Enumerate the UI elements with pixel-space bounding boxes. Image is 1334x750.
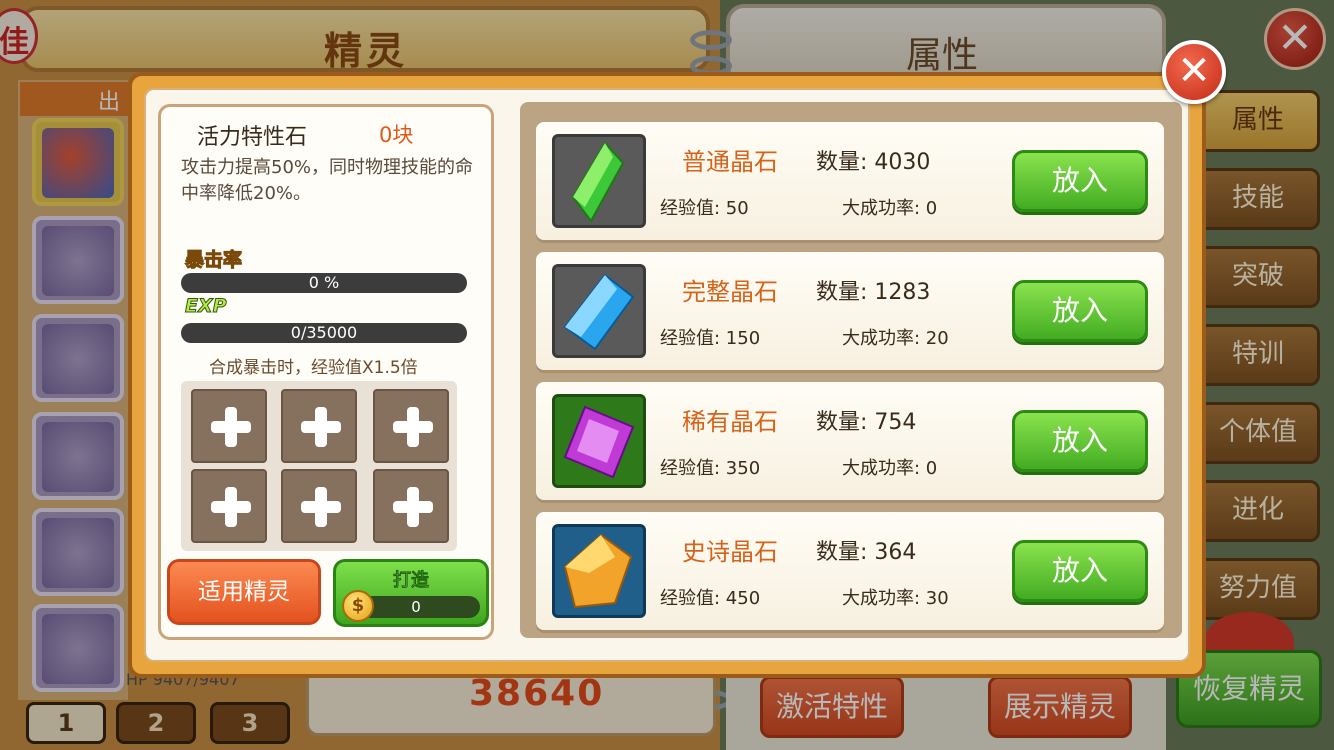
crystal-name: 普通晶石 [682, 148, 778, 176]
forge-button[interactable]: 打造 0 $ [333, 559, 489, 627]
add-material-slot[interactable] [281, 469, 357, 543]
crystal-exp: 经验值: 150 [660, 328, 761, 349]
add-material-slot[interactable] [373, 389, 449, 463]
crystal-row: 普通晶石 数量: 4030 经验值: 50 大成功率: 0 放入 [536, 122, 1164, 240]
crystal-name: 史诗晶石 [682, 538, 778, 566]
add-material-slot[interactable] [191, 469, 267, 543]
apply-pokemon-button[interactable]: 适用精灵 [167, 559, 321, 625]
crystal-quantity: 数量: 4030 [816, 150, 931, 175]
exp-label: EXP [185, 295, 228, 318]
coin-icon: $ [342, 590, 374, 622]
crystal-crit-rate: 大成功率: 0 [842, 198, 938, 219]
crystal-name: 完整晶石 [682, 278, 778, 306]
exp-bar: 0/35000 [181, 323, 467, 343]
crystal-quantity: 数量: 754 [816, 410, 917, 435]
stone-detail-card: 活力特性石 0块 攻击力提高50%，同时物理技能的命中率降低20%。 暴击率 0… [158, 104, 494, 640]
gold-crystal-icon [552, 524, 646, 618]
crystal-exp: 经验值: 350 [660, 458, 761, 479]
add-material-slot[interactable] [191, 389, 267, 463]
purple-crystal-icon [552, 394, 646, 488]
crystal-list: 普通晶石 数量: 4030 经验值: 50 大成功率: 0 放入 完整晶石 数量… [520, 102, 1182, 638]
stone-count: 0块 [379, 123, 414, 147]
close-icon[interactable]: ✕ [1162, 40, 1226, 104]
blue-crystal-icon [552, 264, 646, 358]
crystal-quantity: 数量: 364 [816, 540, 917, 565]
forge-label: 打造 [393, 570, 430, 592]
green-crystal-icon [552, 134, 646, 228]
stone-description: 攻击力提高50%，同时物理技能的命中率降低20%。 [181, 157, 474, 204]
put-in-button[interactable]: 放入 [1012, 150, 1148, 212]
crit-rate-bar: 0 % [181, 273, 467, 293]
put-in-button[interactable]: 放入 [1012, 410, 1148, 472]
crystal-crit-rate: 大成功率: 0 [842, 458, 938, 479]
crit-multiplier-note: 合成暴击时，经验值X1.5倍 [209, 358, 418, 378]
crystal-row: 史诗晶石 数量: 364 经验值: 450 大成功率: 30 放入 [536, 512, 1164, 630]
crystal-row: 稀有晶石 数量: 754 经验值: 350 大成功率: 0 放入 [536, 382, 1164, 500]
add-material-slot[interactable] [281, 389, 357, 463]
put-in-button[interactable]: 放入 [1012, 540, 1148, 602]
add-material-slot[interactable] [373, 469, 449, 543]
put-in-button[interactable]: 放入 [1012, 280, 1148, 342]
crystal-row: 完整晶石 数量: 1283 经验值: 150 大成功率: 20 放入 [536, 252, 1164, 370]
crystal-exp: 经验值: 50 [660, 198, 749, 219]
crystal-crit-rate: 大成功率: 20 [842, 328, 949, 349]
crystal-quantity: 数量: 1283 [816, 280, 931, 305]
stone-name: 活力特性石 [197, 125, 308, 150]
material-slot-grid [181, 381, 457, 551]
crystal-exp: 经验值: 450 [660, 588, 761, 609]
crystal-crit-rate: 大成功率: 30 [842, 588, 949, 609]
crit-rate-label: 暴击率 [184, 249, 243, 272]
crystal-name: 稀有晶石 [682, 408, 778, 436]
